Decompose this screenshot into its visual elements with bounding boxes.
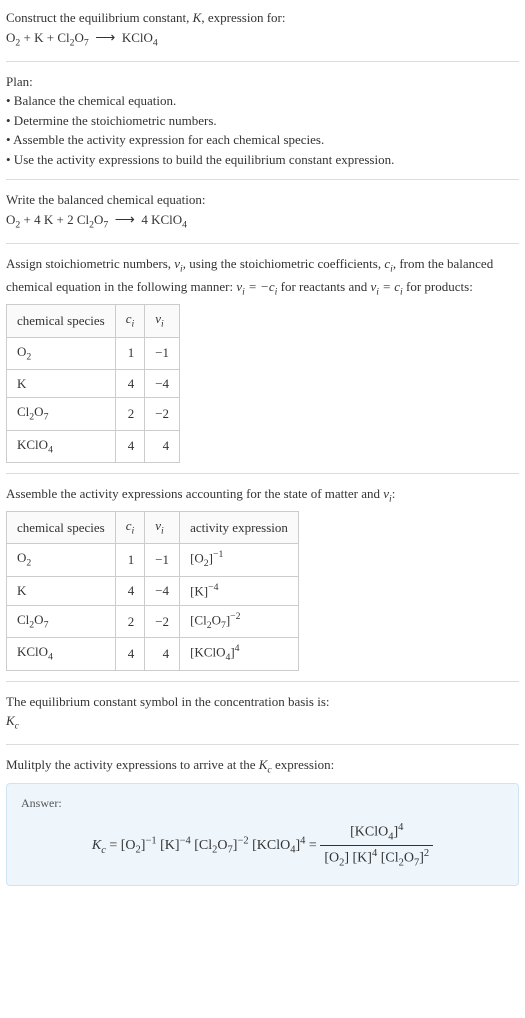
intro-line1: Construct the equilibrium constant, [6, 10, 193, 25]
table-header-row: chemical species ci νi [7, 305, 180, 337]
cell-activity: [Cl2O7]−2 [180, 605, 299, 638]
intro-text: Construct the equilibrium constant, K, e… [6, 8, 519, 28]
assemble-t1: Assemble the activity expressions accoun… [6, 486, 383, 501]
cell-species: Cl2O7 [7, 605, 116, 638]
unbalanced-equation: O2 + K + Cl2O7 ⟶ KClO4 [6, 28, 519, 51]
cell-species: Cl2O7 [7, 398, 116, 430]
th-nui: νi [145, 511, 180, 543]
th-ci: ci [115, 511, 145, 543]
cell-activity: [K]−4 [180, 576, 299, 605]
assign-t5: for products: [403, 279, 473, 294]
ci-symbol: ci [384, 256, 393, 271]
cell-species: K [7, 369, 116, 398]
cell-nui: −4 [145, 576, 180, 605]
assign-text: Assign stoichiometric numbers, νi, using… [6, 254, 519, 300]
table-stoich: chemical species ci νi O2 1 −1 K 4 −4 Cl… [6, 304, 180, 462]
nu-symbol: νi [174, 256, 183, 271]
table-row: Cl2O7 2 −2 [7, 398, 180, 430]
assemble-colon: : [392, 486, 396, 501]
cell-species: KClO4 [7, 638, 116, 671]
section-plan: Plan: • Balance the chemical equation. •… [6, 72, 519, 181]
th-activity: activity expression [180, 511, 299, 543]
plan-bullet-4: • Use the activity expressions to build … [6, 150, 519, 170]
plan-bullet-2: • Determine the stoichiometric numbers. [6, 111, 519, 131]
section-balanced: Write the balanced chemical equation: O2… [6, 190, 519, 244]
table-activity: chemical species ci νi activity expressi… [6, 511, 299, 671]
answer-label: Answer: [21, 794, 504, 812]
cell-species: O2 [7, 544, 116, 577]
fraction-denominator: [O2] [K]4 [Cl2O7]2 [320, 846, 433, 871]
cell-nui: 4 [145, 638, 180, 671]
cell-ci: 1 [115, 337, 145, 369]
th-species: chemical species [7, 305, 116, 337]
th-species: chemical species [7, 511, 116, 543]
cell-ci: 4 [115, 430, 145, 462]
table-header-row: chemical species ci νi activity expressi… [7, 511, 299, 543]
cell-nui: −1 [145, 337, 180, 369]
table-row: O2 1 −1 [7, 337, 180, 369]
cell-ci: 4 [115, 576, 145, 605]
multiply-text: Mulitply the activity expressions to arr… [6, 755, 519, 778]
fraction: [KClO4]4 [O2] [K]4 [Cl2O7]2 [320, 820, 433, 871]
cell-ci: 2 [115, 398, 145, 430]
assemble-text: Assemble the activity expressions accoun… [6, 484, 519, 507]
cell-ci: 4 [115, 638, 145, 671]
assign-t2: , using the stoichiometric coefficients, [183, 256, 385, 271]
table-row: K 4 −4 [7, 369, 180, 398]
kc-symbol-2: Kc [259, 757, 272, 772]
table-row: Cl2O7 2 −2 [Cl2O7]−2 [7, 605, 299, 638]
basis-text: The equilibrium constant symbol in the c… [6, 692, 519, 712]
nu-symbol-2: νi [383, 486, 392, 501]
rel1: νi = −ci [236, 279, 277, 294]
cell-activity: [KClO4]4 [180, 638, 299, 671]
cell-nui: −2 [145, 605, 180, 638]
cell-nui: −2 [145, 398, 180, 430]
assign-t4: for reactants and [277, 279, 370, 294]
cell-activity: [O2]−1 [180, 544, 299, 577]
table-row: KClO4 4 4 [KClO4]4 [7, 638, 299, 671]
cell-nui: 4 [145, 430, 180, 462]
cell-species: O2 [7, 337, 116, 369]
assign-t1: Assign stoichiometric numbers, [6, 256, 174, 271]
multiply-t1: Mulitply the activity expressions to arr… [6, 757, 259, 772]
section-intro: Construct the equilibrium constant, K, e… [6, 8, 519, 62]
section-basis: The equilibrium constant symbol in the c… [6, 692, 519, 746]
answer-box: Answer: Kc = [O2]−1 [K]−4 [Cl2O7]−2 [KCl… [6, 783, 519, 886]
cell-species: K [7, 576, 116, 605]
section-assemble: Assemble the activity expressions accoun… [6, 484, 519, 682]
plan-title: Plan: [6, 72, 519, 92]
th-nui: νi [145, 305, 180, 337]
cell-ci: 1 [115, 544, 145, 577]
kc-expression: Kc = [O2]−1 [K]−4 [Cl2O7]−2 [KClO4]4 = [… [21, 820, 504, 871]
plan-bullet-1: • Balance the chemical equation. [6, 91, 519, 111]
th-ci: ci [115, 305, 145, 337]
intro-line1b: , expression for: [201, 10, 285, 25]
table-row: K 4 −4 [K]−4 [7, 576, 299, 605]
balanced-title: Write the balanced chemical equation: [6, 190, 519, 210]
table-row: O2 1 −1 [O2]−1 [7, 544, 299, 577]
cell-ci: 2 [115, 605, 145, 638]
plan-bullet-3: • Assemble the activity expression for e… [6, 130, 519, 150]
cell-nui: −1 [145, 544, 180, 577]
kc-symbol: Kc [6, 711, 519, 734]
fraction-numerator: [KClO4]4 [320, 820, 433, 846]
cell-species: KClO4 [7, 430, 116, 462]
balanced-equation: O2 + 4 K + 2 Cl2O7 ⟶ 4 KClO4 [6, 210, 519, 233]
rel2: νi = ci [371, 279, 403, 294]
table-row: KClO4 4 4 [7, 430, 180, 462]
section-assign: Assign stoichiometric numbers, νi, using… [6, 254, 519, 474]
multiply-t2: expression: [272, 757, 334, 772]
section-multiply: Mulitply the activity expressions to arr… [6, 755, 519, 896]
cell-nui: −4 [145, 369, 180, 398]
cell-ci: 4 [115, 369, 145, 398]
